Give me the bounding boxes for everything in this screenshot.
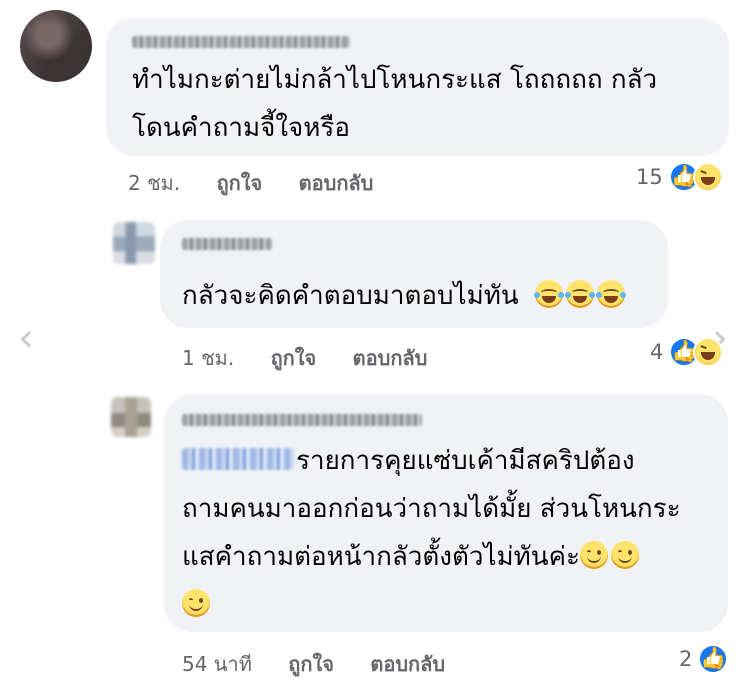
timestamp[interactable]: 1 ชม. [182, 346, 234, 370]
reaction-summary[interactable]: 15 [636, 162, 723, 192]
like-reaction-icon [698, 644, 729, 674]
laughing-tears-emoji-icon [533, 279, 564, 308]
reply-button[interactable]: ตอบกลับ [299, 171, 374, 195]
haha-reaction-icon [693, 337, 724, 367]
avatar[interactable] [113, 222, 155, 264]
laughing-tears-emoji-icon [595, 279, 626, 308]
prev-arrow-icon[interactable]: ‹ [18, 318, 34, 358]
reaction-summary[interactable]: 2 [679, 644, 729, 674]
blurred-author-name[interactable] [182, 414, 422, 426]
reaction-summary[interactable]: 4 [650, 337, 724, 367]
comment-meta: 2 ชม. ถูกใจ ตอบกลับ [128, 167, 403, 199]
reaction-count: 4 [650, 340, 664, 364]
timestamp[interactable]: 54 นาที [182, 652, 252, 676]
reply-button[interactable]: ตอบกลับ [353, 346, 428, 370]
comment-meta: 54 นาที ถูกใจ ตอบกลับ [182, 648, 475, 680]
smiling-face-emoji-icon [610, 540, 639, 569]
comment-text: ทำไมกะต่ายไม่กล้าไปโหนกระแส โถถถถถ กลัว … [132, 65, 658, 143]
reaction-count: 2 [679, 647, 693, 671]
smiling-face-emoji-icon [182, 588, 210, 617]
laughing-tears-emoji-icon [564, 279, 595, 308]
blurred-author-name[interactable] [132, 36, 350, 48]
comment-text: กลัวจะคิดคำตอบมาตอบไม่ทัน [182, 272, 628, 320]
comment-meta: 1 ชม. ถูกใจ ตอบกลับ [182, 342, 457, 374]
comment-text: รายการคุยแซ่บเค้ามีสคริปต้อง ถามคนมาออกก… [182, 437, 681, 629]
like-button[interactable]: ถูกใจ [217, 171, 263, 195]
reply-button[interactable]: ตอบกลับ [370, 652, 445, 676]
like-button[interactable]: ถูกใจ [288, 652, 334, 676]
timestamp[interactable]: 2 ชม. [128, 171, 180, 195]
like-button[interactable]: ถูกใจ [271, 346, 317, 370]
blurred-mention-tag[interactable] [182, 447, 294, 470]
avatar[interactable] [111, 397, 151, 437]
haha-reaction-icon [692, 162, 723, 192]
reaction-count: 15 [636, 165, 663, 189]
avatar[interactable] [20, 10, 92, 82]
smiling-face-emoji-icon [579, 540, 608, 569]
blurred-author-name[interactable] [182, 238, 272, 250]
